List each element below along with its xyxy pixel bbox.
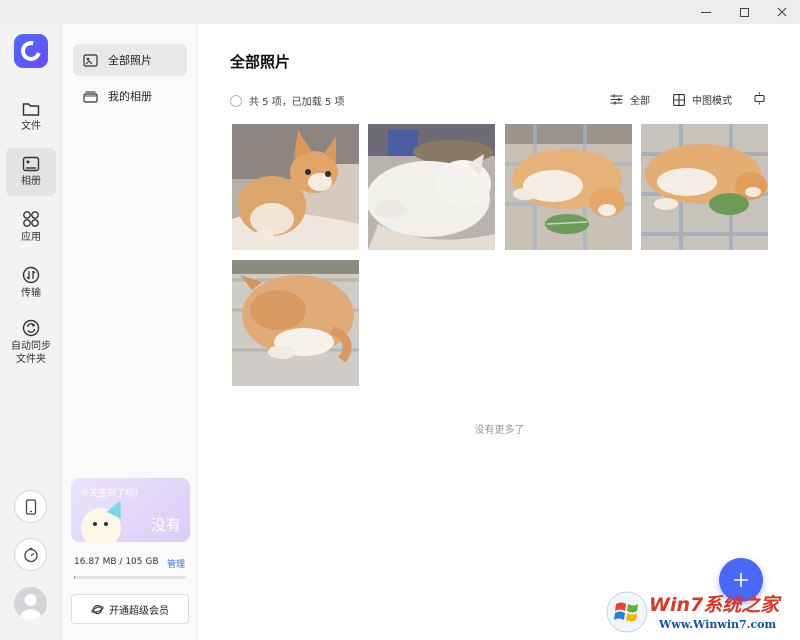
apps-grid-icon: [23, 211, 39, 227]
watermark-title: Win7系统之家: [649, 594, 780, 616]
minimize-button[interactable]: [686, 0, 726, 24]
vip-button[interactable]: 开通超级会员: [71, 594, 189, 624]
logo-icon: [17, 37, 45, 65]
folder-icon: [22, 103, 40, 116]
rail-item-sync-folder[interactable]: 自动同步 文件夹: [6, 314, 56, 370]
photo-album-icon: [22, 156, 40, 172]
orange-cat-leaf-photo: [505, 124, 632, 250]
nav-all-photos-label: 全部照片: [108, 54, 152, 67]
select-all-row: 共 5 项，已加载 5 项: [230, 93, 344, 108]
rail-item-album[interactable]: 相册: [6, 148, 56, 196]
photo-thumbnail[interactable]: [232, 124, 359, 250]
photo-thumbnail[interactable]: [368, 124, 495, 250]
rail-label-album: 相册: [21, 176, 41, 187]
filter-sliders-icon: [610, 94, 623, 105]
title-bar: [0, 0, 800, 24]
storage-progress-fill: [74, 576, 76, 579]
promo-title: 今天签到了吗?: [80, 489, 139, 499]
photo-thumbnail[interactable]: [641, 124, 768, 250]
nav-my-albums[interactable]: 我的相册: [73, 80, 187, 112]
timer-icon: [23, 547, 38, 562]
watermark-url: Www.Winwin7.com: [659, 618, 777, 631]
rail-label-sync-folder: 自动同步 文件夹: [11, 340, 51, 365]
storage-usage: 16.87 MB / 105 GB: [74, 557, 159, 567]
no-more-text: 没有更多了: [474, 425, 525, 436]
watermark: Win7系统之家 Www.Winwin7.com: [599, 586, 799, 640]
left-rail: 文件 相册 应用 传输 自动同步 文件夹: [0, 24, 62, 640]
view-mode-label: 中图模式: [692, 96, 732, 107]
photo-thumbnail[interactable]: [232, 260, 359, 386]
windows-logo-icon: [606, 591, 648, 633]
rail-label-apps: 应用: [21, 232, 41, 243]
nav-my-albums-label: 我的相册: [108, 90, 152, 103]
minimize-icon: [701, 11, 711, 13]
rail-label-transfer: 传输: [21, 288, 41, 299]
rail-item-files[interactable]: 文件: [6, 94, 56, 140]
maximize-icon: [739, 7, 749, 17]
sort-icon: [754, 92, 765, 105]
rail-item-transfer[interactable]: 传输: [6, 260, 56, 306]
manage-storage-link[interactable]: 管理: [167, 557, 185, 570]
close-icon: [777, 7, 787, 17]
checkin-promo-card[interactable]: 今天签到了吗? 没有: [71, 478, 190, 542]
grid-view-icon: [673, 93, 685, 106]
main-content: 全部照片 共 5 项，已加载 5 项 全部 中图模式 没有更多了 Win7系统之…: [199, 24, 800, 640]
timer-button[interactable]: [14, 538, 47, 571]
orange-cat-stretch-photo: [641, 124, 768, 250]
phone-button[interactable]: [14, 490, 47, 523]
nav-all-photos[interactable]: 全部照片: [73, 44, 187, 76]
select-all-checkbox[interactable]: [230, 94, 242, 107]
filter-label: 全部: [630, 96, 650, 107]
white-cat-photo: [368, 124, 495, 250]
phone-icon: [25, 498, 36, 515]
storage-progress-bar: [74, 576, 186, 579]
sort-button[interactable]: [754, 92, 772, 105]
app-logo: [14, 34, 48, 68]
filter-button[interactable]: 全部: [610, 92, 650, 107]
vip-button-label: 开通超级会员: [109, 605, 169, 617]
album-stack-icon: [83, 90, 98, 103]
kitten-photo: [232, 124, 359, 250]
view-mode-button[interactable]: 中图模式: [673, 92, 732, 107]
transfer-icon: [22, 266, 40, 284]
vip-planet-icon: [91, 604, 104, 614]
album-nav: 全部照片 我的相册 今天签到了吗? 没有 16.87 MB / 105 GB 管…: [63, 24, 198, 640]
page-title: 全部照片: [230, 53, 291, 71]
sync-icon: [22, 319, 40, 336]
avatar[interactable]: [14, 587, 47, 620]
avatar-icon: [19, 594, 42, 620]
maximize-button[interactable]: [724, 0, 764, 24]
rail-item-apps[interactable]: 应用: [6, 204, 56, 250]
image-icon: [83, 53, 98, 67]
promo-status-text: 没有: [150, 516, 181, 534]
rail-label-files: 文件: [21, 121, 41, 132]
close-button[interactable]: [762, 0, 800, 24]
photo-thumbnail[interactable]: [505, 124, 632, 250]
item-count-text: 共 5 项，已加载 5 项: [249, 97, 345, 108]
curled-kitten-photo: [232, 260, 359, 386]
